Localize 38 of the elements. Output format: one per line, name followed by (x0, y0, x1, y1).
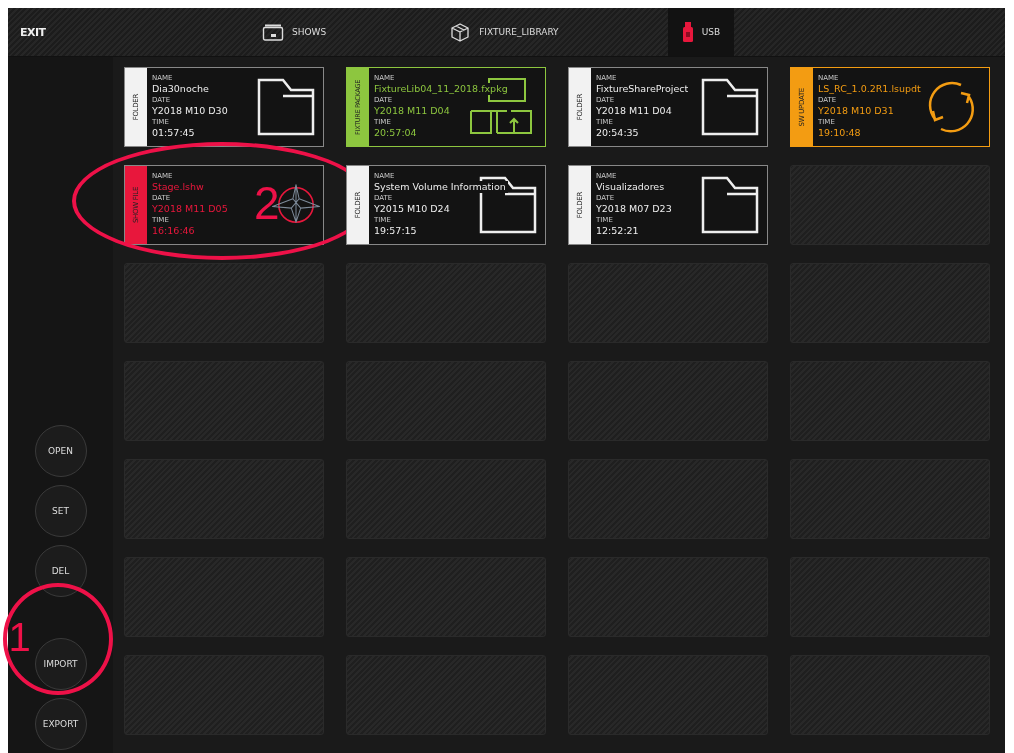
round-button[interactable]: OPEN (34, 425, 87, 477)
usb-stick-icon (681, 21, 694, 43)
field-value: 19:57:15 (374, 225, 419, 237)
round-button[interactable]: DEL (34, 545, 87, 597)
field-value: Y2015 M10 D24 (374, 203, 452, 215)
folder-icon (257, 78, 315, 136)
field-value: 16:16:46 (152, 225, 197, 237)
field-value: Y2018 M11 D04 (596, 105, 674, 117)
callout-number: 1 (8, 617, 31, 657)
field-value: FixtureLib04_11_2018.fxpkg (374, 83, 510, 95)
field-value: Visualizadores (596, 181, 667, 193)
field-value: 12:52:21 (596, 225, 641, 237)
field-value: 19:10:48 (818, 127, 863, 139)
tab[interactable]: SHOWS (248, 8, 341, 56)
field-value: 01:57:45 (152, 127, 197, 139)
field-value: LS_RC_1.0.2R1.lsupdt (818, 83, 923, 95)
tab[interactable]: USB (667, 8, 735, 56)
exit-button[interactable]: EXIT (8, 19, 228, 45)
field-value: Y2018 M10 D30 (152, 105, 230, 117)
round-button[interactable]: IMPORT (34, 638, 87, 690)
field-value: Y2018 M07 D23 (596, 203, 674, 215)
box-icon (449, 22, 472, 42)
folder-icon (701, 78, 759, 136)
tab[interactable]: FIXTURE_LIBRARY (435, 8, 573, 56)
field-value: Y2018 M10 D31 (818, 105, 896, 117)
field-value: System Volume Information (374, 181, 508, 193)
field-value: 20:54:35 (596, 127, 641, 139)
round-button[interactable]: SET (34, 485, 87, 537)
field-value: Stage.lshw (152, 181, 206, 193)
field-value: Y2018 M11 D05 (152, 203, 230, 215)
round-button[interactable]: EXPORT (34, 698, 87, 750)
calendar-box-icon (262, 23, 284, 41)
field-value: Y2018 M11 D04 (374, 105, 452, 117)
field-value: 20:57:04 (374, 127, 419, 139)
field-value: Dia30noche (152, 83, 211, 95)
field-value: FixtureShareProject (596, 83, 691, 95)
callout-number: 2 (254, 180, 280, 226)
folder-icon (701, 176, 759, 234)
